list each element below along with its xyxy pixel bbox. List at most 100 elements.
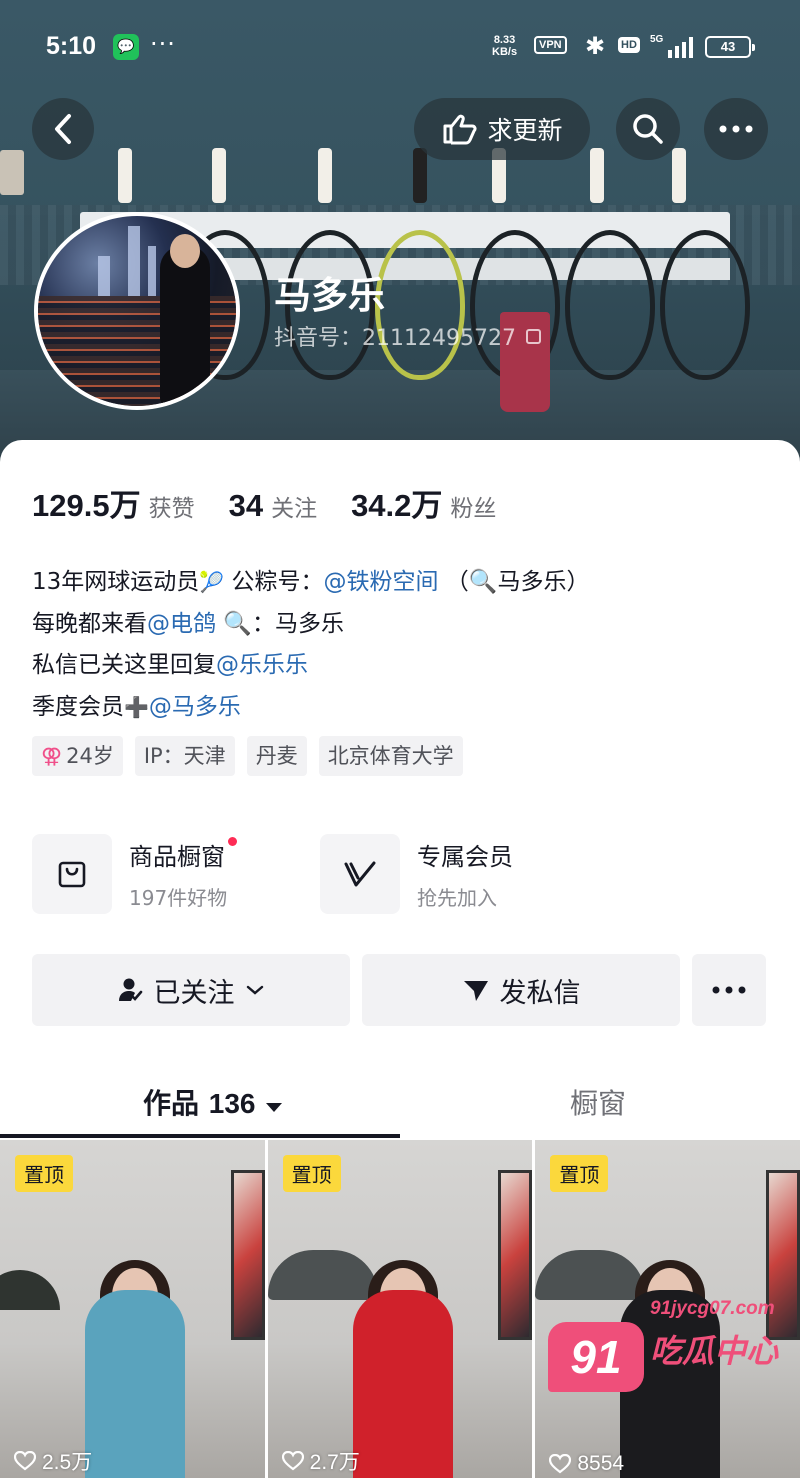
stat-followers[interactable]: 34.2万 粉丝 — [351, 480, 496, 525]
watermark-badge: 91 — [548, 1322, 644, 1392]
following-button[interactable]: 已关注 — [32, 954, 350, 1026]
racket — [565, 230, 655, 380]
stat-likes[interactable]: 129.5万 获赞 — [32, 480, 195, 525]
search-button[interactable] — [616, 98, 680, 160]
network-type: 5G — [650, 34, 664, 45]
stat-label: 粉丝 — [450, 496, 497, 522]
member-title: 专属会员 — [417, 843, 513, 871]
avatar-person — [160, 246, 210, 406]
content-tabs: 作品 136 橱窗 — [0, 1068, 800, 1138]
ellipsis-icon — [719, 125, 753, 133]
avatar-building — [98, 256, 110, 296]
thumb-wall-art — [498, 1170, 533, 1340]
hd-icon: HD — [618, 37, 640, 53]
bio-text: 私信已关这里回复 — [32, 652, 216, 678]
watermark-text: 吃瓜中心 — [650, 1332, 779, 1370]
racket-handle — [590, 148, 604, 203]
chevron-down-icon — [246, 985, 263, 995]
bio-text: 公粽号： — [224, 569, 324, 595]
shopping-bag-icon — [32, 834, 112, 914]
caret-down-icon — [266, 1103, 283, 1112]
more-actions-button[interactable] — [692, 954, 766, 1026]
thumb-lamp — [267, 1250, 378, 1300]
tag-age-text: 24岁 — [66, 744, 114, 768]
bio-mention-link[interactable]: @乐乐乐 — [216, 652, 308, 678]
pinned-badge: 置顶 — [15, 1155, 73, 1192]
bluetooth-icon: ✱ — [585, 32, 606, 60]
bio-line: 季度会员➕@马多乐 — [32, 687, 589, 729]
tab-works-label: 作品 — [143, 1087, 200, 1120]
shop-window-entry[interactable]: 商品橱窗 197件好物 — [32, 834, 320, 914]
shop-window-title-text: 商品橱窗 — [129, 843, 225, 871]
racket-handle — [318, 148, 332, 203]
video-likes: 8554 — [549, 1452, 624, 1476]
tab-works[interactable]: 作品 136 — [143, 1082, 283, 1122]
request-update-button[interactable]: 求更新 — [414, 98, 590, 160]
profile-tags: ⚢ 24岁 IP：天津 丹麦 北京体育大学 — [32, 736, 463, 776]
profile-name: 马多乐 — [274, 274, 385, 317]
send-icon — [463, 981, 488, 1001]
more-notifications-icon: ··· — [150, 30, 176, 58]
avatar[interactable] — [34, 212, 240, 410]
search-icon — [633, 114, 663, 144]
stat-value: 34 — [228, 488, 264, 523]
signal-bars-icon — [668, 36, 698, 58]
status-bar: 5:10 💬 ··· 8.33 KB/s VPN ✱ HD 5G 43 — [0, 0, 800, 96]
cover-bottle — [0, 150, 24, 195]
pinned-badge: 置顶 — [282, 1155, 341, 1192]
bio-line: 私信已关这里回复@乐乐乐 — [32, 645, 589, 687]
profile-stats: 129.5万 获赞 34 关注 34.2万 粉丝 — [32, 480, 530, 525]
thumb-person-outfit — [85, 1290, 185, 1478]
more-options-button[interactable] — [704, 98, 768, 160]
watermark-url: 91jycg07.com — [650, 1298, 775, 1319]
heart-icon — [281, 1451, 304, 1471]
video-likes: 2.5万 — [14, 1446, 92, 1476]
bio-line: 13年网球运动员🎾 公粽号：@铁粉空间 （🔍马多乐） — [32, 562, 589, 604]
video-likes-count: 2.5万 — [42, 1451, 93, 1474]
thumb-wall-art — [230, 1170, 265, 1340]
vip-v-icon — [320, 834, 400, 914]
tag-school[interactable]: 北京体育大学 — [318, 736, 463, 776]
bio-mention-link[interactable]: @马多乐 — [149, 694, 241, 720]
send-message-button[interactable]: 发私信 — [362, 954, 680, 1026]
douyin-id[interactable]: 抖音号：21112495727 — [274, 320, 541, 352]
racket — [375, 230, 465, 380]
female-icon: ⚢ — [41, 744, 63, 768]
member-subtitle: 抢先加入 — [417, 886, 497, 910]
profile-bio: 13年网球运动员🎾 公粽号：@铁粉空间 （🔍马多乐） 每晚都来看@电鸽 🔍：马多… — [32, 562, 589, 728]
stat-following[interactable]: 34 关注 — [229, 488, 317, 524]
tab-works-count: 136 — [208, 1088, 256, 1119]
tag-location: 丹麦 — [246, 736, 307, 776]
heart-icon — [549, 1454, 572, 1474]
vpn-icon: VPN — [534, 36, 567, 54]
bio-text: （🔍马多乐） — [438, 569, 590, 595]
pointing-hand-icon — [443, 114, 478, 145]
video-likes-count: 8554 — [577, 1452, 625, 1475]
heart-icon — [14, 1451, 36, 1471]
following-label: 已关注 — [153, 977, 235, 1009]
tennis-emoji: 🎾 — [199, 570, 225, 594]
bio-mention-link[interactable]: @电鸽 — [147, 611, 216, 637]
avatar-face — [170, 234, 200, 268]
tab-shop-window[interactable]: 橱窗 — [570, 1082, 626, 1122]
exclusive-member-entry[interactable]: 专属会员 抢先加入 — [320, 834, 608, 914]
watermark: 91 91jycg07.com 吃瓜中心 — [548, 1298, 788, 1408]
racket-handle — [212, 148, 226, 203]
racket — [660, 230, 750, 380]
network-speed-unit: KB/s — [492, 46, 518, 58]
battery-icon: 43 — [705, 36, 755, 58]
bio-mention-link[interactable]: @铁粉空间 — [324, 569, 439, 595]
bio-line: 每晚都来看@电鸽 🔍：马多乐 — [32, 604, 589, 646]
send-message-label: 发私信 — [499, 977, 581, 1009]
back-button[interactable] — [32, 98, 94, 160]
notification-dot — [228, 837, 237, 846]
copy-icon[interactable] — [525, 328, 541, 344]
avatar-building — [128, 226, 140, 296]
video-thumbnail[interactable]: 置顶 2.7万 — [267, 1140, 533, 1478]
stat-label: 关注 — [271, 496, 318, 522]
racket-handle — [413, 148, 427, 203]
tag-age: ⚢ 24岁 — [32, 736, 123, 776]
video-thumbnail[interactable]: 置顶 2.5万 — [0, 1140, 265, 1478]
profile-services: 商品橱窗 197件好物 专属会员 抢先加入 — [32, 834, 608, 914]
network-speed: 8.33 KB/s — [492, 34, 517, 58]
